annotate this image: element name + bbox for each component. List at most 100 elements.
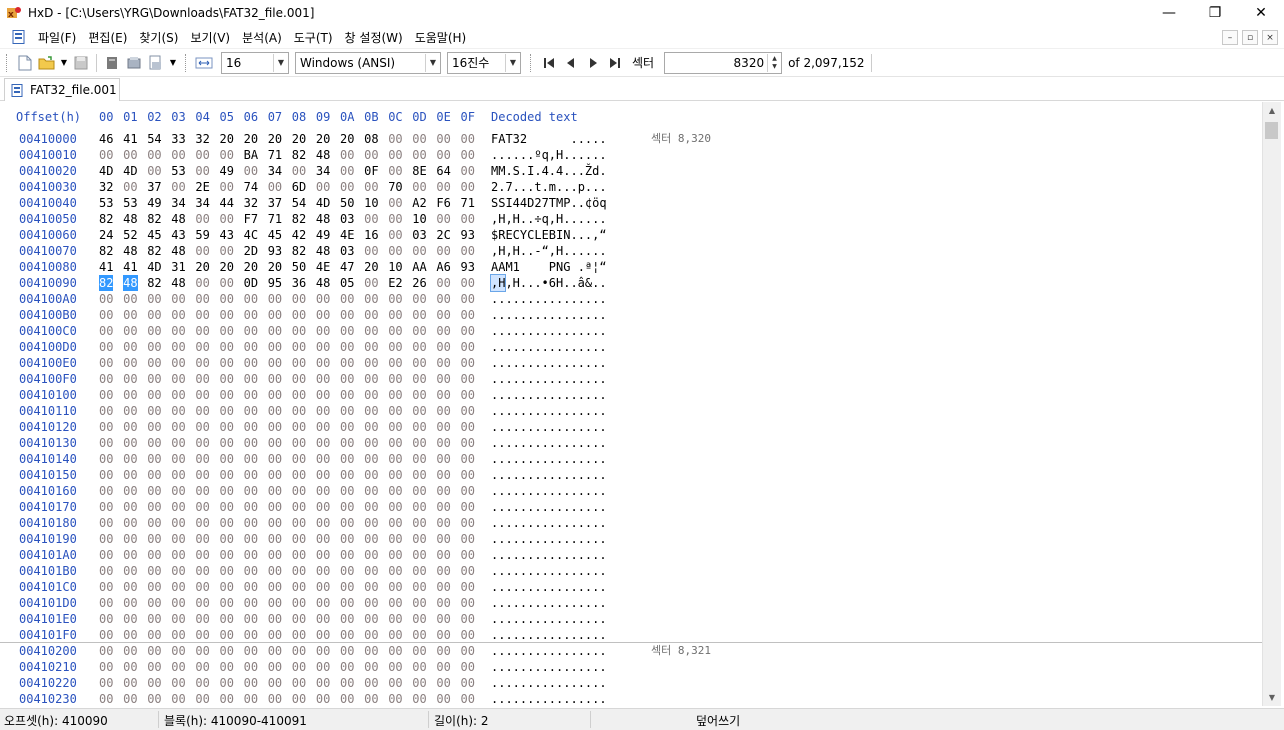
chevron-down-icon[interactable]: ▼ [273,53,288,72]
file-properties-icon[interactable] [147,54,165,72]
hex-byte[interactable]: 00 [412,483,426,499]
hex-byte[interactable]: 00 [244,627,258,643]
hex-byte[interactable]: 00 [220,467,234,483]
hex-byte[interactable]: 00 [244,515,258,531]
hex-byte[interactable]: 00 [195,467,209,483]
hex-byte[interactable]: 00 [123,387,137,403]
hex-byte[interactable]: 00 [268,483,282,499]
hex-byte[interactable]: 00 [292,579,306,595]
hex-byte[interactable]: 00 [123,691,137,706]
hex-byte[interactable]: 00 [220,515,234,531]
hex-byte[interactable]: 00 [340,451,354,467]
hex-byte[interactable]: 20 [292,131,306,147]
hex-byte[interactable]: 00 [461,275,475,291]
hex-byte[interactable]: 00 [364,387,378,403]
hex-byte[interactable]: 00 [123,675,137,691]
hex-byte[interactable]: 00 [171,307,185,323]
hex-byte[interactable]: 00 [364,323,378,339]
hex-byte[interactable]: 71 [461,195,475,211]
hex-byte[interactable]: 00 [364,675,378,691]
hex-byte[interactable]: 00 [292,483,306,499]
hex-byte[interactable]: 00 [340,387,354,403]
hex-byte[interactable]: 10 [412,211,426,227]
hex-byte[interactable]: 00 [292,595,306,611]
hex-byte[interactable]: 00 [412,387,426,403]
hex-byte[interactable]: 00 [461,659,475,675]
hex-byte[interactable]: 00 [364,419,378,435]
hex-byte[interactable]: 00 [340,339,354,355]
hex-byte[interactable]: 00 [364,307,378,323]
hex-byte[interactable]: 00 [195,531,209,547]
hex-byte[interactable]: 00 [388,227,402,243]
hex-byte[interactable]: 00 [388,611,402,627]
hex-byte[interactable]: 00 [220,179,234,195]
hex-byte[interactable]: 05 [340,275,354,291]
ram-icon[interactable] [125,54,143,72]
hex-byte[interactable]: 00 [147,563,161,579]
hex-byte[interactable]: 00 [364,451,378,467]
hex-byte[interactable]: 00 [195,579,209,595]
hex-byte[interactable]: 00 [195,499,209,515]
hex-byte[interactable]: 00 [244,467,258,483]
hex-byte[interactable]: 00 [195,355,209,371]
decoded-text[interactable]: ................ [491,371,607,387]
hex-byte[interactable]: 00 [316,307,330,323]
hex-byte[interactable]: 00 [316,563,330,579]
hex-byte[interactable]: 00 [244,419,258,435]
hex-byte[interactable]: 20 [244,259,258,275]
hex-byte[interactable]: 00 [461,243,475,259]
hex-byte[interactable]: 00 [364,643,378,659]
hex-byte[interactable]: 54 [147,131,161,147]
hex-byte[interactable]: 00 [123,355,137,371]
hex-byte[interactable]: 00 [388,531,402,547]
hex-byte[interactable]: 00 [340,147,354,163]
hex-byte[interactable]: 00 [461,451,475,467]
hex-byte[interactable]: 00 [99,419,113,435]
hex-byte[interactable]: 00 [171,483,185,499]
hex-byte[interactable]: 00 [220,643,234,659]
hex-byte[interactable]: 00 [316,467,330,483]
hex-byte[interactable]: 00 [316,547,330,563]
hex-byte[interactable]: 82 [147,243,161,259]
hex-byte[interactable]: 00 [316,419,330,435]
offset-base-select[interactable]: 16진수 ▼ [447,51,521,74]
hex-byte[interactable]: 4E [340,227,354,243]
hex-byte[interactable]: 00 [244,691,258,706]
decoded-text[interactable]: ................ [491,515,607,531]
hex-byte[interactable]: F7 [244,211,258,227]
hex-byte[interactable]: 49 [316,227,330,243]
hex-byte[interactable]: 00 [436,275,450,291]
hex-byte[interactable]: 53 [171,163,185,179]
hex-byte[interactable]: 00 [99,467,113,483]
hex-byte[interactable]: 00 [436,179,450,195]
hex-byte[interactable]: 00 [195,451,209,467]
hex-byte[interactable]: 45 [268,227,282,243]
document-icon[interactable] [12,30,26,44]
hex-byte[interactable]: 00 [244,579,258,595]
hex-byte[interactable]: 00 [123,323,137,339]
hex-byte[interactable]: 00 [195,147,209,163]
hex-byte[interactable]: 00 [461,627,475,643]
hex-byte[interactable]: 00 [292,547,306,563]
hex-byte[interactable]: 00 [147,643,161,659]
hex-byte[interactable]: 00 [195,627,209,643]
hex-byte[interactable]: 00 [436,691,450,706]
hex-byte[interactable]: 00 [316,531,330,547]
hex-byte[interactable]: 2D [244,243,258,259]
decoded-text[interactable]: ................ [491,339,607,355]
decoded-text[interactable]: $RECYCLEBIN...,“ [491,227,607,243]
hex-byte[interactable]: 00 [99,691,113,706]
hex-byte[interactable]: 00 [147,307,161,323]
hex-byte[interactable]: 00 [412,371,426,387]
hex-byte[interactable]: 00 [461,307,475,323]
hex-byte[interactable]: 53 [123,195,137,211]
hex-byte[interactable]: 00 [147,675,161,691]
hex-byte[interactable]: 00 [316,371,330,387]
hex-byte[interactable]: 00 [220,403,234,419]
decoded-text[interactable]: ................ [491,675,607,691]
hex-byte[interactable]: 00 [292,499,306,515]
hex-byte[interactable]: 00 [99,435,113,451]
hex-byte[interactable]: 00 [244,675,258,691]
hex-byte[interactable]: 00 [268,371,282,387]
hex-byte[interactable]: 00 [268,307,282,323]
